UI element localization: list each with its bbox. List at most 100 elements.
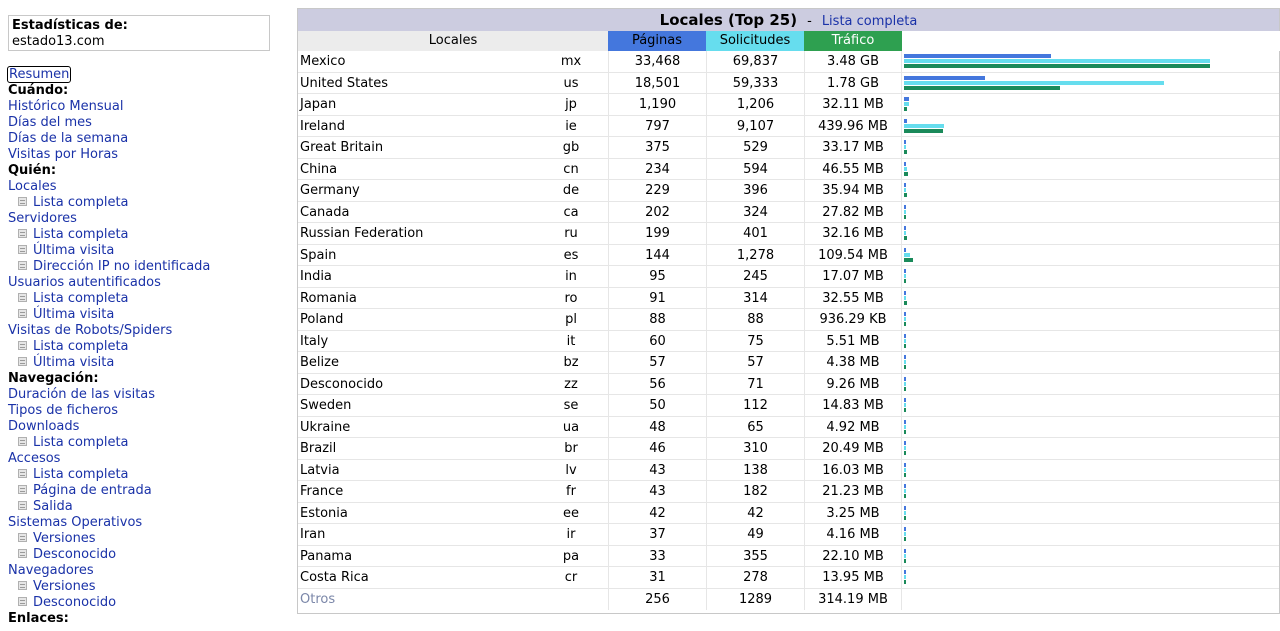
menu-item-sistemas-operativos[interactable]: Sistemas Operativos xyxy=(8,515,288,531)
hits-value: 9,107 xyxy=(706,115,804,137)
pages-value: 375 xyxy=(608,137,706,159)
country-code: ie xyxy=(565,118,577,134)
table-row: Iran ir 37 49 4.16 MB xyxy=(298,524,1279,546)
menu-item-label: Lista completa xyxy=(33,291,129,306)
menu-item-lista-completa[interactable]: Lista completa xyxy=(8,227,288,243)
full-list-link[interactable]: Lista completa xyxy=(822,14,918,29)
menu-item-label: Enlaces: xyxy=(8,611,69,626)
menu-item-salida[interactable]: Salida xyxy=(8,499,288,515)
country-name: India xyxy=(300,269,332,284)
hits-bar xyxy=(904,467,906,472)
bandwidth-bar xyxy=(904,214,906,219)
pages-value: 46 xyxy=(608,438,706,460)
menu-item-lista-completa[interactable]: Lista completa xyxy=(8,467,288,483)
hits-bar xyxy=(904,424,906,429)
menu-item-última-visita[interactable]: Última visita xyxy=(8,243,288,259)
menu-item-días-del-mes[interactable]: Días del mes xyxy=(8,115,288,131)
menu-item-última-visita[interactable]: Última visita xyxy=(8,355,288,371)
hits-value: 1,278 xyxy=(706,244,804,266)
menu-item-label: Navegadores xyxy=(8,563,94,578)
menu-item-lista-completa[interactable]: Lista completa xyxy=(8,291,288,307)
pages-bar xyxy=(904,140,906,144)
menu-item-lista-completa[interactable]: Lista completa xyxy=(8,435,288,451)
table-row: Estonia ee 42 42 3.25 MB xyxy=(298,502,1280,525)
pages-value: 199 xyxy=(608,223,706,245)
list-bullet-icon xyxy=(18,245,27,254)
country-name: Brazil xyxy=(300,441,337,456)
menu-item-desconocido[interactable]: Desconocido xyxy=(8,547,288,563)
menu-item-downloads[interactable]: Downloads xyxy=(8,419,288,435)
table-title-bar: Locales (Top 25) - Lista completa xyxy=(298,9,1279,31)
bar-graph xyxy=(904,503,1280,525)
menu-item-resumen[interactable]: Resumen xyxy=(7,66,288,83)
pages-value: 48 xyxy=(608,416,706,438)
hits-bar xyxy=(904,123,944,128)
country-name: Italy xyxy=(300,333,329,349)
menu-item-usuarios-autentificados[interactable]: Usuarios autentificados xyxy=(8,275,288,291)
header-solicitudes: Solicitudes xyxy=(706,31,804,51)
menu-item-días-de-la-semana[interactable]: Días de la semana xyxy=(8,131,288,147)
menu-item-label: Navegación: xyxy=(8,371,99,386)
bandwidth-value: 20.49 MB xyxy=(804,438,902,460)
country-code: jp xyxy=(565,97,577,112)
pages-bar xyxy=(904,204,906,209)
menu-item-dirección-ip-no-identificada[interactable]: Dirección IP no identificada xyxy=(8,259,288,275)
menu-item-lista-completa[interactable]: Lista completa xyxy=(8,195,288,211)
menu-item-locales[interactable]: Locales xyxy=(8,179,288,195)
menu-item-histórico-mensual[interactable]: Histórico Mensual xyxy=(8,99,288,115)
table-row: Russian Federation ru 199 401 32.16 MB xyxy=(298,223,1279,245)
country-code: br xyxy=(564,441,578,456)
country-code: in xyxy=(565,269,577,284)
menu-item-desconocido[interactable]: Desconocido xyxy=(8,595,288,611)
list-bullet-icon xyxy=(18,357,27,366)
bandwidth-value: 4.16 MB xyxy=(804,524,902,546)
pages-bar xyxy=(904,376,906,381)
country-name: Desconocido xyxy=(300,376,384,392)
menu-item-servidores[interactable]: Servidores xyxy=(8,211,288,227)
menu-item-última-visita[interactable]: Última visita xyxy=(8,307,288,323)
hits-value: 324 xyxy=(706,201,804,223)
pages-bar xyxy=(904,527,906,531)
hits-bar xyxy=(904,575,906,579)
menu-item-versiones[interactable]: Versiones xyxy=(8,531,288,547)
menu-item-visitas-por-horas[interactable]: Visitas por Horas xyxy=(8,147,288,163)
pages-value: 33,468 xyxy=(608,51,706,73)
hits-bar xyxy=(904,145,906,149)
bandwidth-bar xyxy=(904,107,907,111)
menu-item-visitas-de-robots-spiders[interactable]: Visitas de Robots/Spiders xyxy=(8,323,288,339)
table-row: Italy it 60 75 5.51 MB xyxy=(298,330,1279,352)
header-trafico: Tráfico xyxy=(804,31,902,51)
bar-graph xyxy=(904,352,1280,374)
menu-item-label: Servidores xyxy=(8,211,77,226)
bandwidth-value: 3.25 MB xyxy=(804,502,902,524)
bandwidth-bar xyxy=(904,343,906,348)
table-row: India in 95 245 17.07 MB xyxy=(298,266,1279,288)
bandwidth-value: 936.29 KB xyxy=(804,309,902,331)
pages-bar xyxy=(904,118,907,123)
menu-item-accesos[interactable]: Accesos xyxy=(8,451,288,467)
menu-item-duración-de-las-visitas[interactable]: Duración de las visitas xyxy=(8,387,288,403)
menu-item-navegadores[interactable]: Navegadores xyxy=(8,563,288,579)
menu-item-lista-completa[interactable]: Lista completa xyxy=(8,339,288,355)
country-code: gb xyxy=(562,140,580,155)
bar-graph xyxy=(904,288,1280,310)
list-bullet-icon xyxy=(18,293,27,302)
bandwidth-bar xyxy=(904,85,1060,90)
list-bullet-icon xyxy=(18,469,27,478)
bandwidth-value: 32.55 MB xyxy=(804,287,902,309)
bar-graph xyxy=(904,546,1280,568)
menu-item-versiones[interactable]: Versiones xyxy=(8,579,288,595)
bandwidth-value: 14.83 MB xyxy=(804,395,902,417)
bandwidth-bar xyxy=(904,257,913,262)
pages-bar xyxy=(904,312,906,316)
pages-value: 797 xyxy=(608,115,706,137)
menu-item-página-de-entrada[interactable]: Página de entrada xyxy=(8,483,288,499)
menu-item-label: Desconocido xyxy=(33,595,117,610)
bandwidth-value: 21.23 MB xyxy=(804,481,902,503)
bandwidth-bar xyxy=(904,386,906,391)
menu-item-tipos-de-ficheros[interactable]: Tipos de ficheros xyxy=(8,403,288,419)
menu-item-label: Lista completa xyxy=(33,435,129,450)
list-bullet-icon xyxy=(18,549,27,558)
menu-section-navegación: Navegación: xyxy=(8,371,288,387)
bar-graph xyxy=(904,245,1280,267)
